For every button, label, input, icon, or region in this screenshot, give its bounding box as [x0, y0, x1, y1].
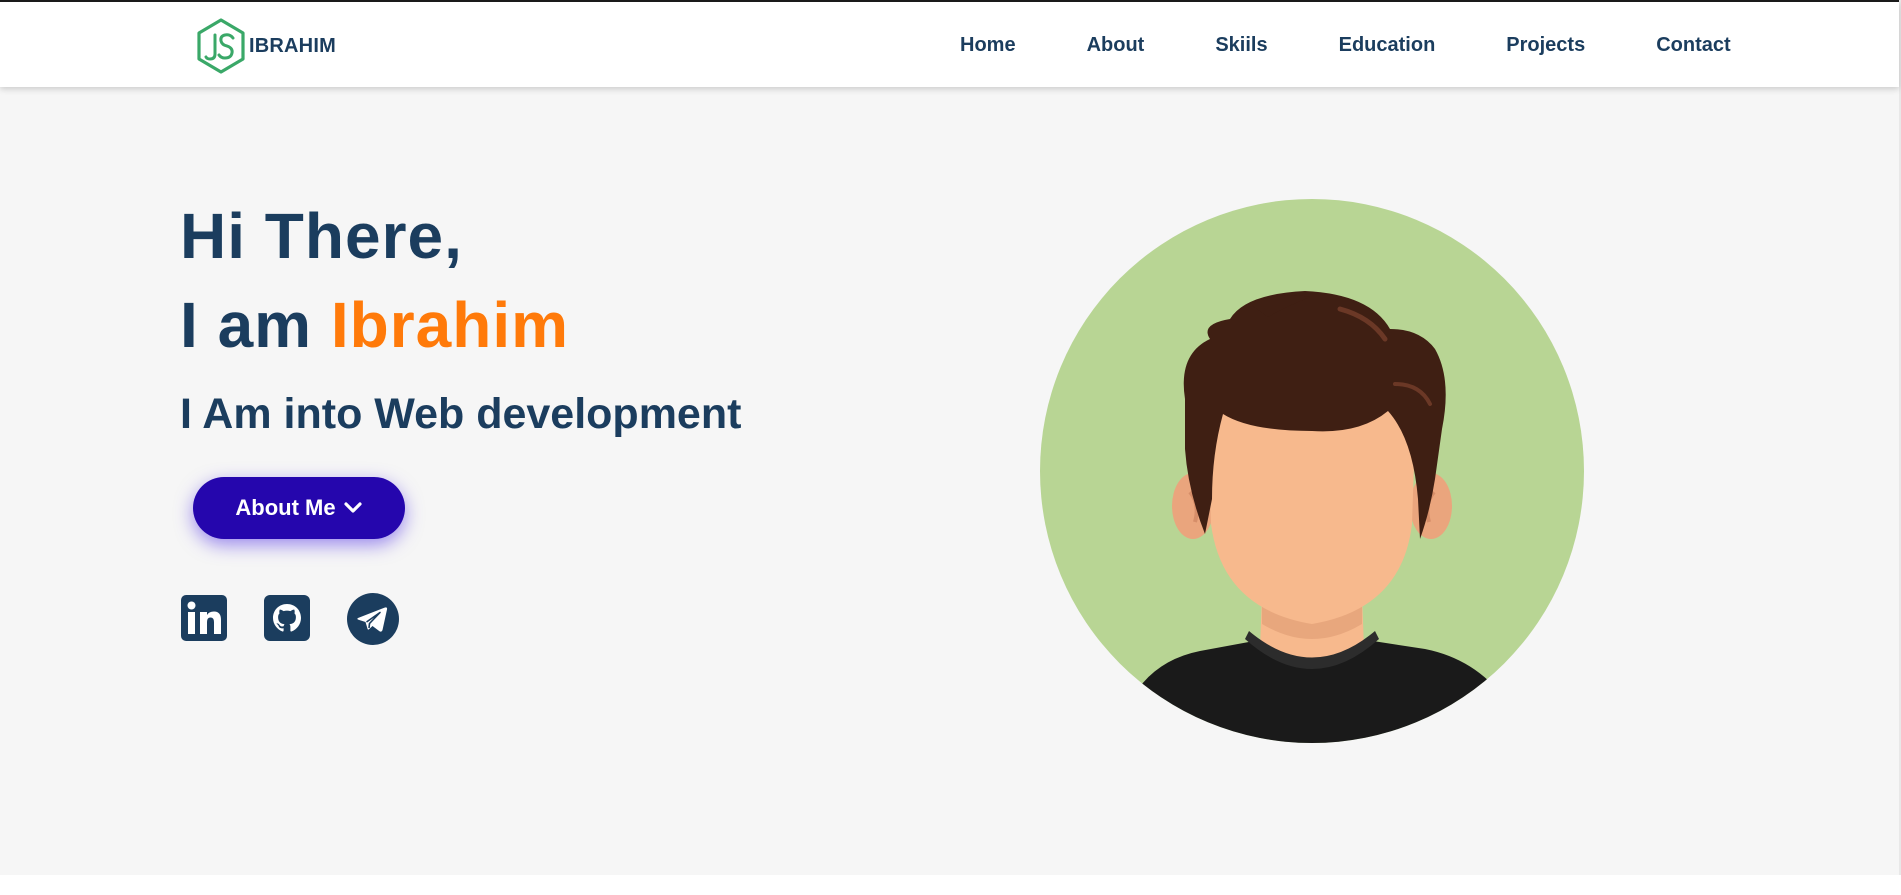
- hero-subtitle: I Am into Web development: [180, 390, 742, 438]
- nav-about[interactable]: About: [1087, 32, 1145, 58]
- brand-logo-link[interactable]: IBRAHIM: [196, 18, 336, 74]
- nav-skills[interactable]: Skiils: [1215, 32, 1267, 58]
- telegram-icon: [347, 593, 399, 645]
- greeting-name: Ibrahim: [330, 289, 569, 361]
- site-header: IBRAHIM Home About Skiils Education Proj…: [0, 2, 1899, 87]
- telegram-link[interactable]: [347, 593, 399, 645]
- greeting-line-1: Hi There,: [180, 200, 463, 272]
- nav-education[interactable]: Education: [1339, 32, 1436, 58]
- nav-projects[interactable]: Projects: [1506, 32, 1585, 58]
- person-avatar-illustration-icon: [1040, 199, 1584, 743]
- hero-section: Hi There, I am Ibrahim I Am into Web dev…: [0, 87, 1899, 875]
- chevron-down-icon: [343, 502, 362, 513]
- footer-strip: [0, 875, 1901, 895]
- portfolio-page: IBRAHIM Home About Skiils Education Proj…: [0, 0, 1901, 895]
- github-link[interactable]: [264, 595, 310, 641]
- linkedin-icon: [181, 595, 227, 641]
- nodejs-hexagon-logo-icon: [197, 18, 245, 74]
- about-me-button[interactable]: About Me: [193, 477, 405, 539]
- greeting-prefix: I am: [180, 289, 313, 361]
- about-me-button-label: About Me: [235, 495, 336, 520]
- nav-contact[interactable]: Contact: [1656, 32, 1730, 58]
- main-nav: Home About Skiils Education Projects Con…: [960, 32, 1731, 58]
- brand-name: IBRAHIM: [249, 34, 336, 57]
- github-icon: [264, 595, 310, 641]
- linkedin-link[interactable]: [181, 595, 227, 641]
- avatar-image: [1040, 199, 1584, 743]
- nav-home[interactable]: Home: [960, 32, 1016, 58]
- greeting-line-2: I am Ibrahim: [180, 288, 569, 362]
